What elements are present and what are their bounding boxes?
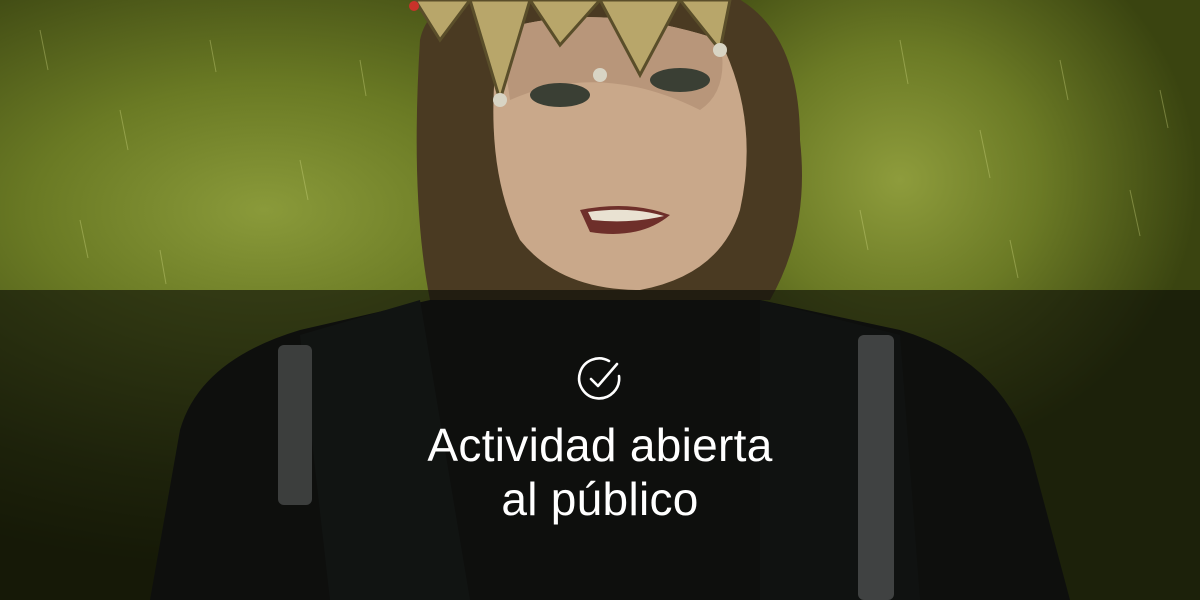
banner-title-line-2: al público [501, 473, 699, 525]
banner-title: Actividad abierta al público [0, 418, 1200, 526]
event-banner: Actividad abierta al público [0, 0, 1200, 600]
check-circle-icon [577, 357, 621, 400]
banner-title-line-1: Actividad abierta [427, 419, 773, 471]
caption: Actividad abierta al público [0, 354, 1200, 526]
